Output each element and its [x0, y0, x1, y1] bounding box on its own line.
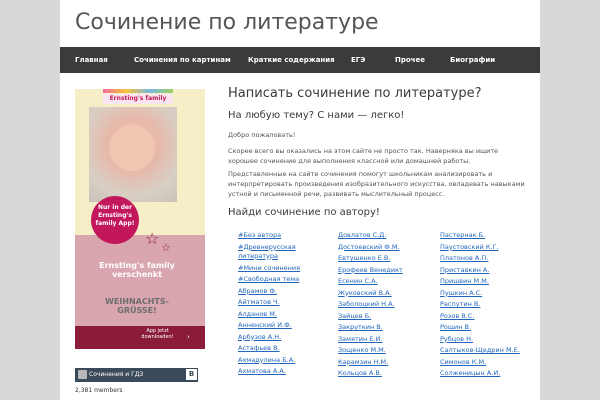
- ad-greeting: WEIHNACHTS-GRÜSSE!: [105, 297, 169, 315]
- ad-cta[interactable]: App jetzt downloaden!: [130, 328, 185, 340]
- site-title[interactable]: Сочинение по литературе: [75, 10, 379, 35]
- author-link[interactable]: #Свободная тема: [238, 274, 333, 286]
- ad-brand-logo: Ernsting's family: [103, 94, 173, 104]
- author-link[interactable]: Достоевский Ф.М.: [338, 242, 433, 254]
- author-link[interactable]: Закруткин В.: [338, 322, 433, 334]
- ad-baby-face: [109, 125, 155, 171]
- authors-heading: Найди сочинение по автору!: [228, 207, 380, 218]
- author-link[interactable]: Довлатов С.Д.: [338, 230, 433, 242]
- ad-headline: Ernsting's family verschenkt: [99, 261, 175, 279]
- nav-item-biographies[interactable]: Биографии: [450, 47, 495, 73]
- authors-column-2: Довлатов С.Д. Достоевский Ф.М. Евтушенко…: [338, 230, 433, 380]
- star-icon: ☆: [145, 229, 160, 248]
- author-link[interactable]: Солженицын А.И.: [440, 368, 535, 380]
- author-link[interactable]: Заболоцкий Н.А.: [338, 299, 433, 311]
- author-link[interactable]: Рощин В.: [440, 322, 535, 334]
- author-link[interactable]: Есенин С.А.: [338, 276, 433, 288]
- author-link[interactable]: Зайцев Б.: [338, 311, 433, 323]
- ad-banner[interactable]: Ernsting's family Nur in der Ernsting's …: [75, 89, 205, 349]
- widget-title: Сочинения и ГДЗ: [89, 371, 144, 378]
- author-link[interactable]: Евтушенко Е.В.: [338, 253, 433, 265]
- author-link[interactable]: Ахматова А.А.: [238, 366, 333, 378]
- description-paragraph: Представленные на сайте сочинения помогу…: [228, 170, 525, 198]
- authors-column-3: Пастернак Б. Паустовский К.Г. Платонов А…: [440, 230, 535, 380]
- author-link[interactable]: Ахмадулина Б.А.: [238, 355, 333, 367]
- author-link[interactable]: Айтматов Ч.: [238, 297, 333, 309]
- author-link[interactable]: Розов В.С.: [440, 311, 535, 323]
- nav-item-home[interactable]: Главная: [75, 47, 108, 73]
- main-nav: Главная Сочинения по картинам Краткие со…: [60, 47, 540, 73]
- author-link[interactable]: Платонов А.П.: [440, 253, 535, 265]
- author-link[interactable]: Замятин Е.И.: [338, 334, 433, 346]
- author-link[interactable]: Зощенко М.М.: [338, 345, 433, 357]
- author-link[interactable]: Абрамов Ф.: [238, 286, 333, 298]
- author-link[interactable]: Паустовский К.Г.: [440, 242, 535, 254]
- page: Сочинение по литературе Главная Сочинени…: [60, 0, 540, 400]
- welcome-text: Добро пожаловать!: [228, 131, 296, 139]
- author-link[interactable]: Пушкин А.С.: [440, 288, 535, 300]
- author-link[interactable]: Астафьев В.: [238, 343, 333, 355]
- community-widget-header[interactable]: Сочинения и ГДЗ: [75, 368, 198, 382]
- star-icon: ☆: [161, 241, 171, 254]
- author-link[interactable]: Ерофеев Венедикт: [338, 265, 433, 277]
- arrow-right-icon: ›: [187, 333, 190, 341]
- author-link[interactable]: Кольцов А.В.: [338, 368, 433, 380]
- author-link[interactable]: #Древнерусская литература: [238, 243, 333, 261]
- author-link[interactable]: Алданов М.: [238, 309, 333, 321]
- author-link[interactable]: Жуковский В.А.: [338, 288, 433, 300]
- author-link[interactable]: Карамзин Н.М.: [338, 357, 433, 369]
- authors-column-1: #Без автора #Древнерусская литература #М…: [238, 230, 333, 378]
- intro-paragraph: Скорее всего вы оказались на этом сайте …: [228, 147, 499, 165]
- author-link[interactable]: #Мини сочинения: [238, 263, 333, 275]
- ad-app-badge: Nur in der Ernsting's family App!: [91, 196, 139, 244]
- page-subheading: На любую тему? С нами — легко!: [228, 110, 405, 121]
- author-link[interactable]: Рубцов Н.: [440, 334, 535, 346]
- author-link[interactable]: Арбузов А.Н.: [238, 332, 333, 344]
- community-avatar: [78, 370, 87, 379]
- nav-item-ege[interactable]: ЕГЭ: [351, 47, 365, 73]
- page-heading: Написать сочинение по литературе?: [228, 86, 482, 101]
- brand-stripe: [103, 89, 173, 93]
- author-link[interactable]: Симонов К.М.: [440, 357, 535, 369]
- author-link[interactable]: #Без автора: [238, 230, 333, 242]
- author-link[interactable]: Пастернак Б.: [440, 230, 535, 242]
- author-link[interactable]: Приставкин А.: [440, 265, 535, 277]
- author-link[interactable]: Пришвин М.М.: [440, 276, 535, 288]
- author-link[interactable]: Салтыков-Щедрин М.Е.: [440, 345, 535, 357]
- author-link[interactable]: Распутин В.: [440, 299, 535, 311]
- nav-item-other[interactable]: Прочее: [395, 47, 425, 73]
- author-link[interactable]: Анненский И.Ф.: [238, 320, 333, 332]
- nav-item-paintings[interactable]: Сочинения по картинам: [134, 47, 231, 73]
- nav-item-summaries[interactable]: Краткие содержания: [248, 47, 335, 73]
- member-count: 2,381 members: [75, 387, 123, 394]
- vk-logo-icon[interactable]: В: [186, 369, 197, 380]
